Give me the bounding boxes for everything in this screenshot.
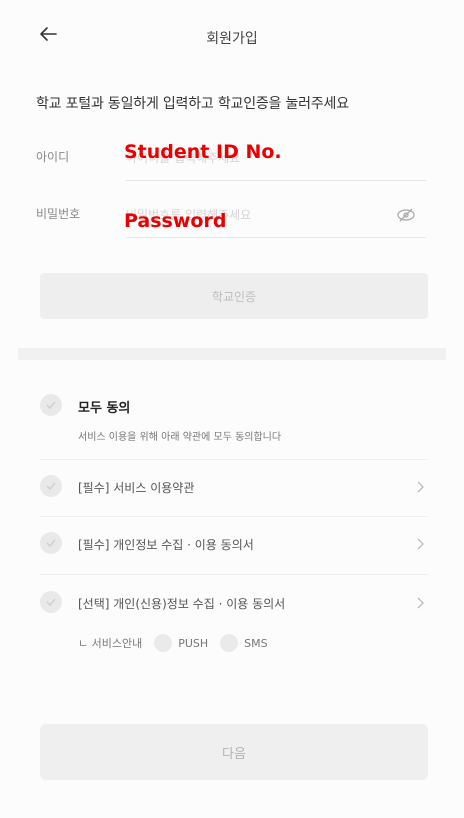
- agreement-item-credit[interactable]: [선택] 개인(신용)정보 수집 · 이용 동의서: [40, 591, 428, 615]
- credit-label: [선택] 개인(신용)정보 수집 · 이용 동의서: [78, 597, 286, 611]
- id-field-row: 아이디: [36, 136, 428, 182]
- terms-checkbox[interactable]: [40, 475, 62, 497]
- terms-label: [필수] 서비스 이용약관: [78, 481, 195, 495]
- page-title: 회원가입: [206, 31, 258, 47]
- divider: [40, 574, 428, 575]
- check-icon: [46, 401, 56, 409]
- password-input[interactable]: [126, 193, 426, 238]
- check-icon: [46, 539, 56, 547]
- privacy-checkbox[interactable]: [40, 532, 62, 554]
- chevron-right-icon[interactable]: [416, 597, 424, 609]
- section-divider: [18, 348, 446, 360]
- chevron-right-icon[interactable]: [416, 538, 424, 550]
- password-field-row: 비밀번호: [36, 193, 428, 239]
- instruction-text: 학교 포털과 동일하게 입력하고 학교인증을 눌러주세요: [36, 96, 349, 112]
- service-notice-label: ㄴ 서비스안내: [78, 637, 143, 650]
- push-checkbox[interactable]: [154, 634, 173, 652]
- service-notice-row: ㄴ 서비스안내 PUSH SMS: [78, 632, 268, 654]
- sms-checkbox[interactable]: [220, 634, 239, 652]
- push-label: PUSH: [178, 636, 209, 650]
- check-icon: [46, 482, 56, 490]
- id-label: 아이디: [36, 150, 70, 164]
- app-header: 회원가입: [0, 0, 464, 72]
- agreement-item-privacy[interactable]: [필수] 개인정보 수집 · 이용 동의서: [40, 532, 428, 556]
- chevron-right-icon[interactable]: [416, 481, 424, 493]
- divider: [40, 516, 428, 517]
- id-input[interactable]: [126, 136, 426, 181]
- verify-school-button[interactable]: 학교인증: [40, 273, 428, 319]
- agree-all-label: 모두 동의: [78, 401, 131, 416]
- next-button[interactable]: 다음: [40, 724, 428, 780]
- agree-all-checkbox[interactable]: [40, 394, 62, 416]
- agreement-item-terms[interactable]: [필수] 서비스 이용약관: [40, 475, 428, 499]
- divider: [40, 459, 428, 460]
- check-icon: [46, 598, 56, 606]
- agree-all-description: 서비스 이용을 위해 아래 약관에 모두 동의합니다: [78, 432, 282, 443]
- privacy-label: [필수] 개인정보 수집 · 이용 동의서: [78, 538, 254, 552]
- password-label: 비밀번호: [36, 207, 81, 221]
- credit-checkbox[interactable]: [40, 591, 62, 613]
- sms-label: SMS: [244, 636, 268, 650]
- eye-slash-icon[interactable]: [396, 207, 416, 223]
- agree-all-row[interactable]: 모두 동의: [40, 394, 428, 418]
